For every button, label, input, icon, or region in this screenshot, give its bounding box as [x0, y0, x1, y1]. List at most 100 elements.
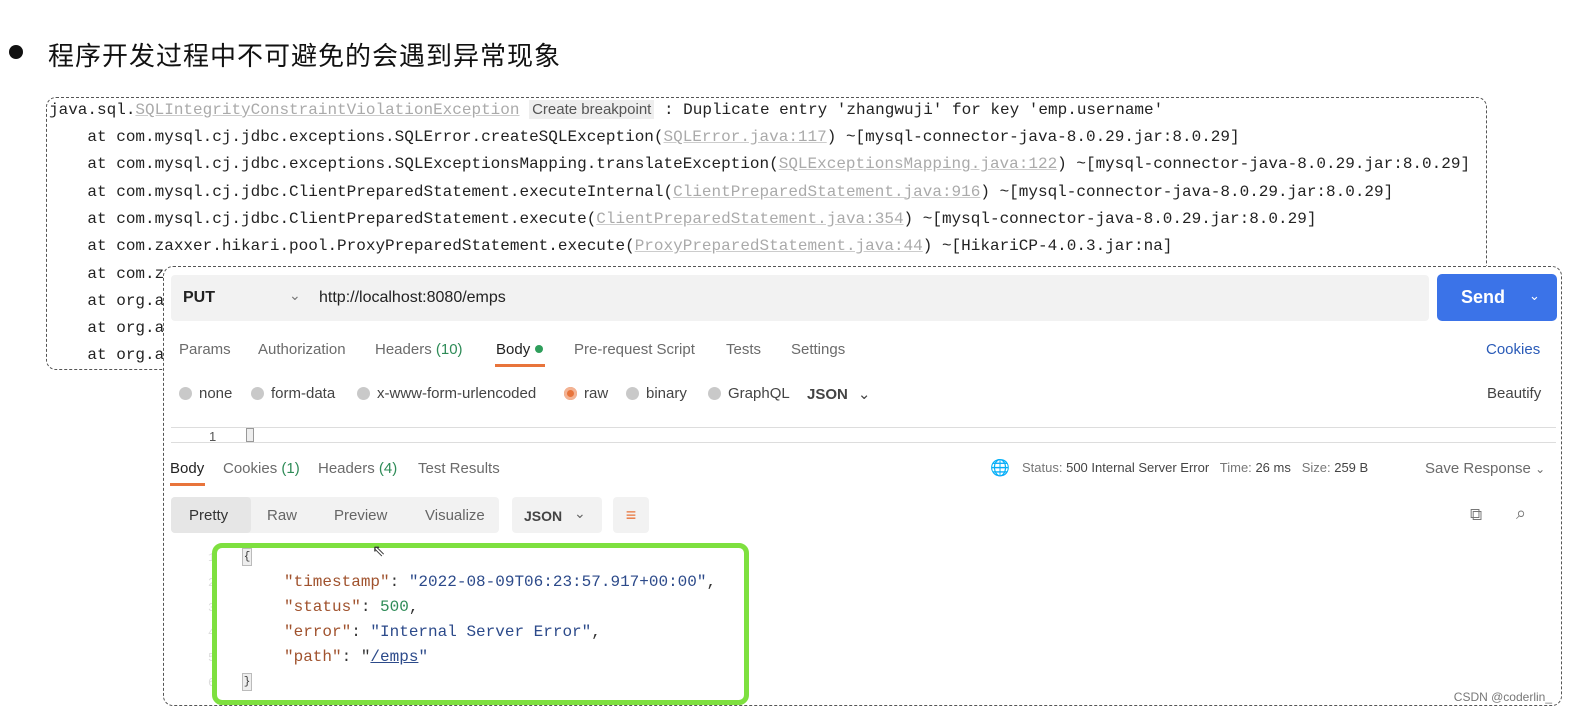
view-raw[interactable]: Raw	[267, 507, 297, 524]
trace-line: at com.mysql.cj.jdbc.ClientPreparedState…	[49, 210, 1316, 228]
tab-label: Body	[496, 341, 531, 358]
trace-frame: at com.mysql.cj.jdbc.ClientPreparedState…	[49, 209, 597, 228]
count-badge: (4)	[378, 460, 398, 477]
mouse-cursor-icon: ⇖	[372, 543, 386, 560]
trace-jar: ) ~[mysql-connector-java-8.0.29.jar:8.0.…	[903, 209, 1317, 228]
chevron-down-icon[interactable]: ⌄	[289, 287, 301, 304]
create-breakpoint-button[interactable]: Create breakpoint	[529, 100, 655, 119]
response-tab-test-results[interactable]: Test Results	[418, 460, 500, 477]
status-value: 500 Internal Server Error	[1066, 460, 1210, 475]
trace-jar: ) ~[mysql-connector-java-8.0.29.jar:8.0.…	[980, 182, 1394, 201]
chevron-down-icon: ⌄	[857, 386, 871, 403]
save-response-button[interactable]: Save Response ⌄	[1425, 460, 1545, 477]
radio-label: none	[199, 385, 233, 402]
trace-frame: at com.mysql.cj.jdbc.ClientPreparedState…	[49, 182, 674, 201]
trace-jar: ) ~[HikariCP-4.0.3.jar:na]	[922, 237, 1173, 256]
radio-icon	[179, 387, 192, 400]
url-input[interactable]: http://localhost:8080/emps	[319, 289, 506, 307]
brace-marker	[246, 428, 254, 442]
tab-settings[interactable]: Settings	[791, 341, 845, 358]
cookies-link[interactable]: Cookies	[1486, 341, 1540, 358]
radio-icon	[564, 387, 577, 400]
exception-link[interactable]: SQLIntegrityConstraintViolationException	[135, 101, 519, 119]
beautify-link[interactable]: Beautify	[1487, 385, 1541, 402]
watermark: CSDN @coderlin_	[1453, 690, 1552, 704]
tab-label: Cookies	[223, 460, 278, 477]
trace-message: : Duplicate entry 'zhangwuji' for key 'e…	[654, 101, 1164, 119]
radio-icon	[251, 387, 264, 400]
search-icon[interactable]: ⌕	[1516, 503, 1526, 524]
view-preview[interactable]: Preview	[334, 507, 387, 524]
tab-params[interactable]: Params	[179, 341, 231, 358]
trace-line: at org.a	[49, 292, 164, 310]
source-link[interactable]: SQLExceptionsMapping.java:122	[779, 155, 1057, 173]
status-dot-icon	[535, 345, 544, 353]
radio-raw[interactable]: raw	[564, 385, 608, 402]
radio-icon	[626, 387, 639, 400]
tab-headers[interactable]: Headers (10)	[375, 341, 463, 358]
radio-label: GraphQL	[728, 385, 790, 402]
tab-tests[interactable]: Tests	[726, 341, 761, 358]
trace-frame: at com.z	[49, 264, 165, 283]
radio-label: form-data	[271, 385, 336, 402]
view-pretty[interactable]: Pretty	[189, 507, 228, 524]
chevron-down-icon[interactable]: ⌄	[1529, 288, 1540, 304]
view-visualize[interactable]: Visualize	[425, 507, 485, 524]
format-label: JSON	[524, 508, 563, 524]
method-select[interactable]: PUT	[183, 289, 215, 307]
radio-GraphQL[interactable]: GraphQL	[708, 385, 790, 402]
copy-icon[interactable]: ⧉	[1470, 505, 1482, 525]
trace-frame: at org.a	[49, 346, 165, 365]
response-tab-cookies[interactable]: Cookies (1)	[223, 460, 300, 477]
globe-icon[interactable]: 🌐	[990, 458, 1010, 478]
count-badge: (1)	[281, 460, 300, 477]
response-tab-headers[interactable]: Headers (4)	[318, 460, 397, 477]
trace-frame: at com.mysql.cj.jdbc.exceptions.SQLError…	[49, 128, 664, 146]
save-label: Save Response	[1425, 460, 1531, 477]
highlight-box	[212, 543, 749, 705]
count-badge: (10)	[435, 341, 463, 358]
tab-label: Headers	[318, 460, 375, 477]
trace-line: at com.mysql.cj.jdbc.exceptions.SQLError…	[49, 128, 1240, 146]
response-meta: Status: 500 Internal Server Error Time: …	[1022, 460, 1368, 475]
trace-line: at com.mysql.cj.jdbc.ClientPreparedState…	[49, 183, 1393, 201]
radio-none[interactable]: none	[179, 385, 232, 402]
send-label: Send	[1461, 287, 1506, 307]
tab-pre-request-script[interactable]: Pre-request Script	[574, 341, 695, 358]
wrap-lines-icon[interactable]: ≡	[613, 497, 649, 533]
trace-frame: at com.zaxxer.hikari.pool.ProxyPreparedS…	[49, 237, 635, 256]
tab-authorization[interactable]: Authorization	[258, 341, 346, 358]
radio-form-data[interactable]: form-data	[251, 385, 335, 402]
source-link[interactable]: ClientPreparedStatement.java:354	[596, 210, 903, 228]
time-value: 26 ms	[1255, 460, 1291, 475]
source-link[interactable]: ClientPreparedStatement.java:916	[673, 183, 980, 201]
bullet-icon	[9, 45, 23, 59]
radio-x-www-form-urlencoded[interactable]: x-www-form-urlencoded	[357, 385, 536, 402]
trace-line: at org.a	[49, 319, 164, 337]
trace-line: at com.mysql.cj.jdbc.exceptions.SQLExcep…	[49, 155, 1470, 173]
response-tab-body[interactable]: Body	[170, 460, 204, 477]
trace-jar: ) ~[mysql-connector-java-8.0.29.jar:8.0.…	[1057, 155, 1471, 174]
status-label: Status:	[1022, 460, 1063, 475]
line-number: 1	[209, 429, 217, 444]
time-label: Time:	[1219, 460, 1252, 475]
body-format-select[interactable]: JSON ⌄	[807, 385, 871, 404]
tab-label: Headers	[375, 341, 432, 358]
trace-jar: ) ~[mysql-connector-java-8.0.29.jar:8.0.…	[826, 128, 1240, 146]
tab-body[interactable]: Body	[496, 341, 544, 358]
source-link[interactable]: SQLError.java:117	[664, 128, 827, 146]
trace-line: at com.zaxxer.hikari.pool.ProxyPreparedS…	[49, 237, 1172, 255]
trace-line: java.sql.SQLIntegrityConstraintViolation…	[49, 100, 1164, 119]
view-mode-segment: Pretty Raw Preview Visualize	[171, 497, 499, 533]
radio-binary[interactable]: binary	[626, 385, 687, 402]
radio-icon	[708, 387, 721, 400]
format-label: JSON	[807, 385, 848, 403]
size-value: 259 B	[1334, 460, 1369, 475]
source-link[interactable]: ProxyPreparedStatement.java:44	[635, 237, 923, 255]
request-body-editor[interactable]: 1	[171, 427, 1556, 444]
send-button[interactable]: Send ⌄	[1437, 274, 1557, 321]
response-format-select[interactable]: JSON ⌄	[512, 497, 602, 533]
radio-label: raw	[584, 385, 609, 402]
url-bar: PUT ⌄ http://localhost:8080/emps	[171, 275, 1429, 321]
trace-frame: at com.mysql.cj.jdbc.exceptions.SQLExcep…	[49, 155, 779, 174]
